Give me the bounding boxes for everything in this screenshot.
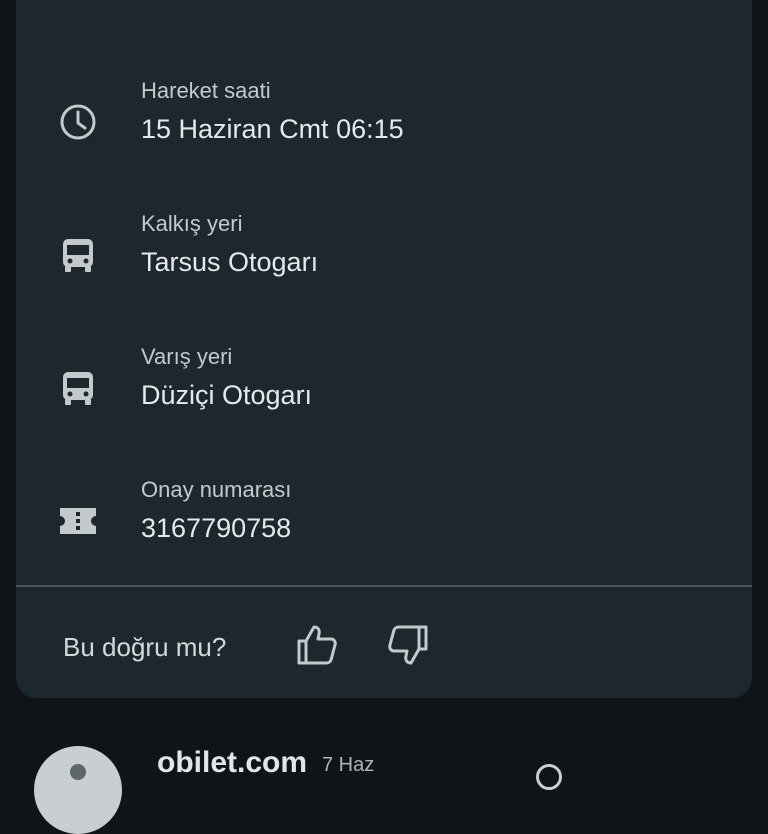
bus-icon — [56, 366, 100, 410]
next-email-item[interactable]: obilet.com 7 Haz — [0, 740, 768, 834]
thumbs-down-icon — [388, 625, 428, 665]
email-date: 7 Haz — [322, 754, 375, 776]
confirmation-number-row: Onay numarası 3167790758 — [16, 477, 752, 557]
ticket-icon — [56, 499, 100, 543]
departure-time-row: Hareket saati 15 Haziran Cmt 06:15 — [16, 78, 752, 158]
event-details-card: Hareket saati 15 Haziran Cmt 06:15 Kalkı… — [16, 0, 752, 698]
arrival-place-label: Varış yeri — [141, 344, 233, 369]
feedback-question: Bu doğru mu? — [63, 632, 227, 662]
thumbs-down-button[interactable] — [384, 621, 432, 669]
arrival-place-row: Varış yeri Düziçi Otogarı — [16, 344, 752, 424]
confirmation-number-label: Onay numarası — [141, 477, 292, 502]
departure-time-value: 15 Haziran Cmt 06:15 — [141, 114, 404, 144]
thumbs-up-icon — [297, 625, 337, 665]
departure-place-row: Kalkış yeri Tarsus Otogarı — [16, 211, 752, 291]
divider — [16, 585, 752, 587]
thumbs-up-button[interactable] — [293, 621, 341, 669]
departure-time-label: Hareket saati — [141, 78, 271, 103]
departure-place-value: Tarsus Otogarı — [141, 247, 319, 277]
avatar — [34, 746, 122, 834]
bus-icon — [56, 233, 100, 277]
sender-name: obilet.com — [157, 746, 308, 779]
arrival-place-value: Düziçi Otogarı — [141, 380, 313, 410]
departure-place-label: Kalkış yeri — [141, 211, 243, 236]
confirmation-number-value: 3167790758 — [141, 513, 292, 543]
clock-icon — [56, 100, 100, 144]
